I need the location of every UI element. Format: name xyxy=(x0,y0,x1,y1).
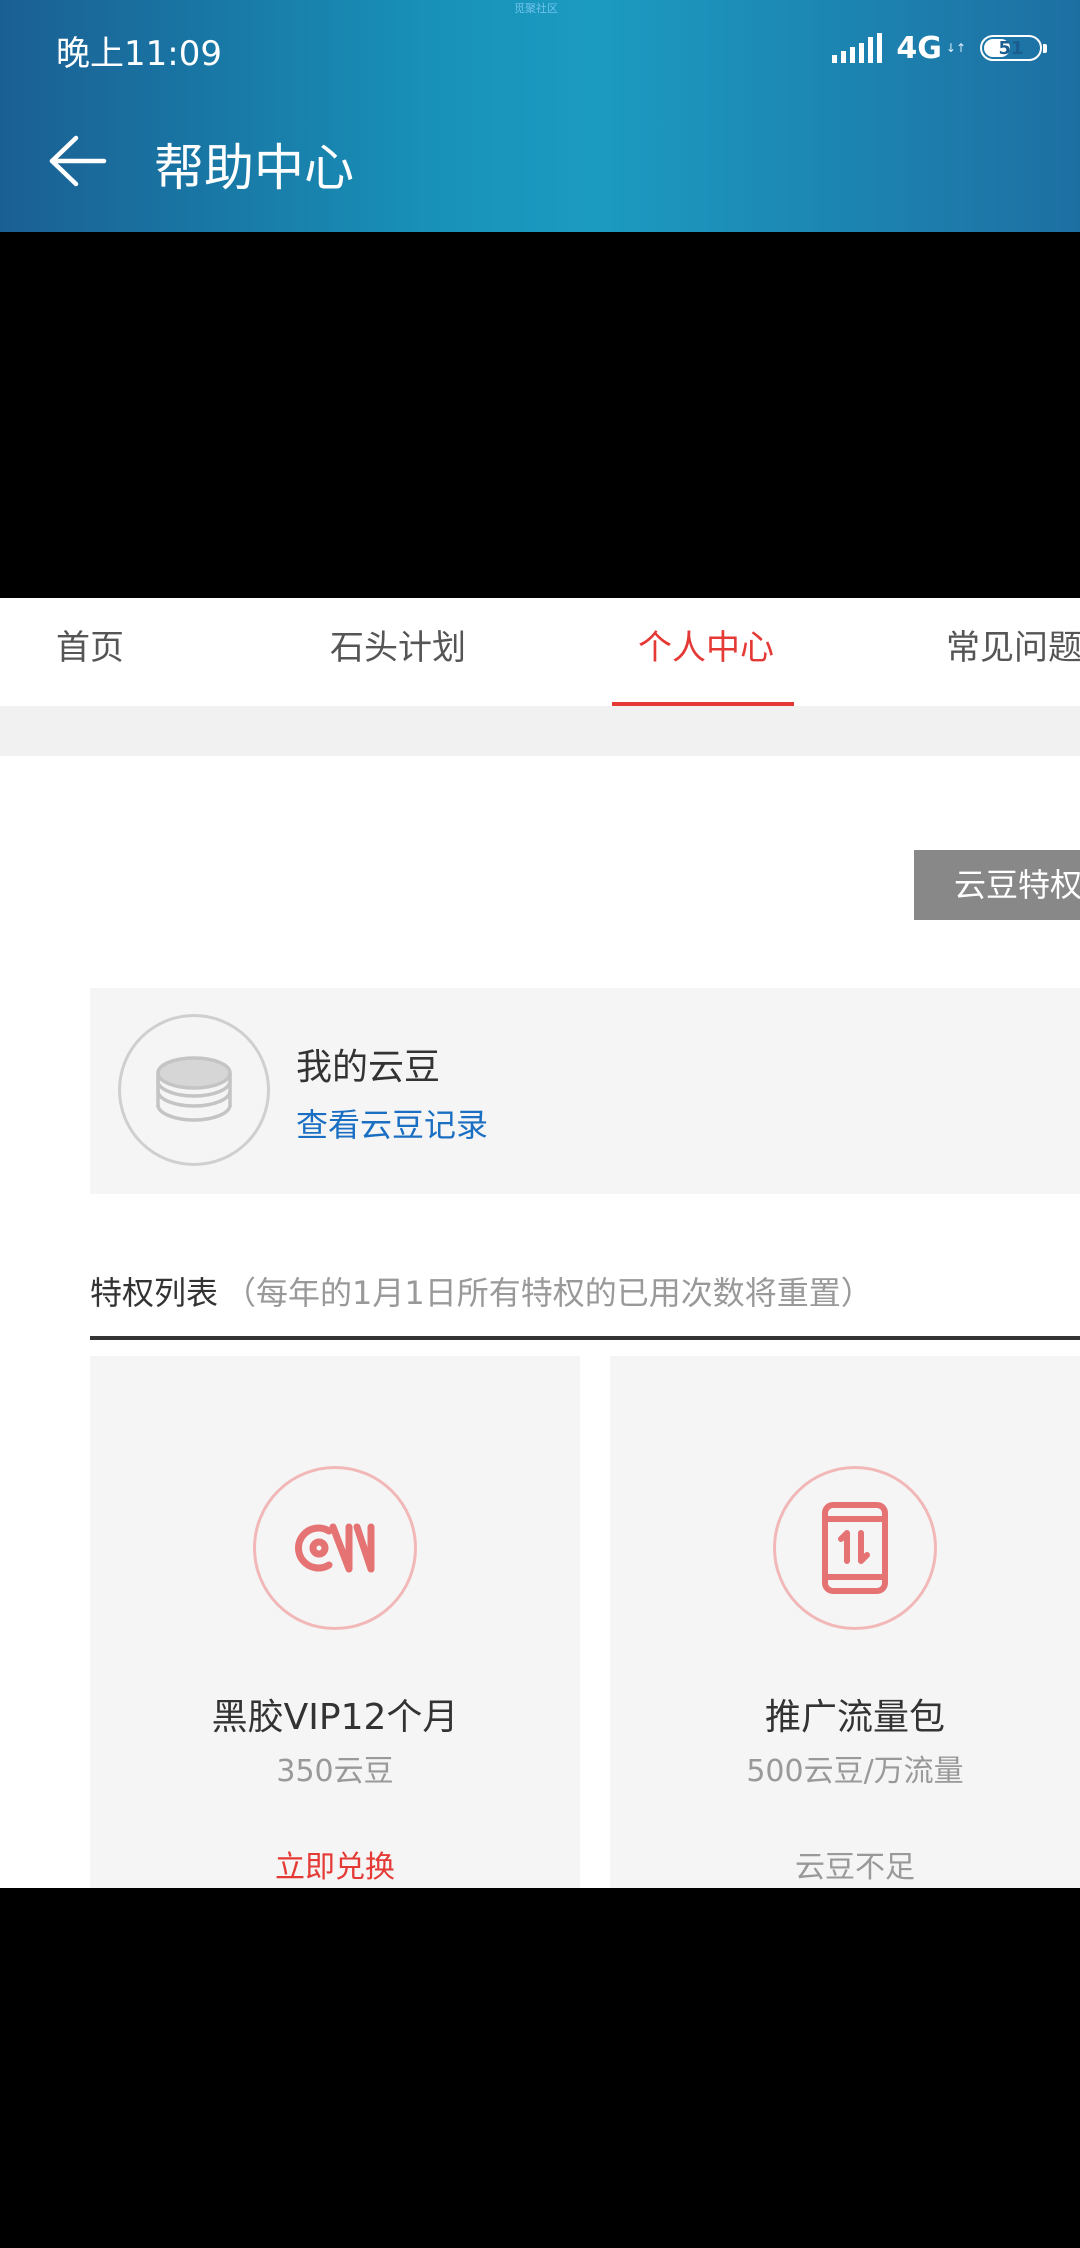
help-center-content: 首页 石头计划 个人中心 常见问题 云豆特权 我的云豆 查看云豆记录 特权列表（… xyxy=(0,598,1080,1888)
tab-home[interactable]: 首页 xyxy=(56,620,124,669)
privilege-cost: 500云豆/万流量 xyxy=(746,1754,964,1789)
insufficient-beans-label: 云豆不足 xyxy=(795,1850,915,1885)
tab-faq[interactable]: 常见问题 xyxy=(946,620,1080,669)
privilege-name: 黑胶VIP12个月 xyxy=(211,1697,459,1738)
privilege-name: 推广流量包 xyxy=(764,1697,945,1738)
app-header: 觅聚社区 晚上11:09 4G ↓↑ 51 帮助中心 xyxy=(0,0,1080,232)
signal-icon xyxy=(832,33,883,63)
arrow-left-icon[interactable] xyxy=(48,134,108,188)
data-activity-icon: ↓↑ xyxy=(945,41,966,55)
redeem-now-button[interactable]: 立即兑换 xyxy=(90,1842,580,1886)
privilege-card: 推广流量包 500云豆/万流量 云豆不足 xyxy=(610,1356,1080,1888)
my-beans-card: 我的云豆 查看云豆记录 xyxy=(90,988,1080,1194)
tab-bar: 首页 石头计划 个人中心 常见问题 xyxy=(0,598,1080,706)
list-divider xyxy=(90,1336,1080,1340)
privilege-list-note: （每年的1月1日所有特权的已用次数将重置） xyxy=(224,1274,873,1312)
phone-traffic-icon xyxy=(773,1466,937,1630)
network-type: 4G xyxy=(896,30,942,66)
coins-icon xyxy=(118,1014,270,1166)
bean-privilege-button[interactable]: 云豆特权 xyxy=(914,850,1080,920)
tab-stone-plan[interactable]: 石头计划 xyxy=(330,620,466,669)
tab-personal-center[interactable]: 个人中心 xyxy=(638,620,774,669)
vinyl-vip-icon xyxy=(253,1466,417,1630)
status-indicators: 4G ↓↑ 51 xyxy=(832,26,1047,70)
battery-icon: 51 xyxy=(980,35,1047,61)
privilege-card: 黑胶VIP12个月 350云豆 立即兑换 xyxy=(90,1356,580,1888)
page-title: 帮助中心 xyxy=(154,139,354,197)
blank-area xyxy=(0,232,1080,598)
privilege-list-header: 特权列表 （每年的1月1日所有特权的已用次数将重置） xyxy=(90,1268,873,1314)
status-time: 晚上11:09 xyxy=(56,34,222,74)
divider-strip xyxy=(0,706,1080,756)
my-beans-title: 我的云豆 xyxy=(296,1047,441,1088)
privilege-list-title: 特权列表 xyxy=(90,1274,219,1312)
view-bean-records-link[interactable]: 查看云豆记录 xyxy=(296,1100,488,1146)
battery-level: 51 xyxy=(998,37,1024,59)
privilege-cost: 350云豆 xyxy=(276,1754,394,1789)
notification-label: 觅聚社区 xyxy=(514,2,558,15)
